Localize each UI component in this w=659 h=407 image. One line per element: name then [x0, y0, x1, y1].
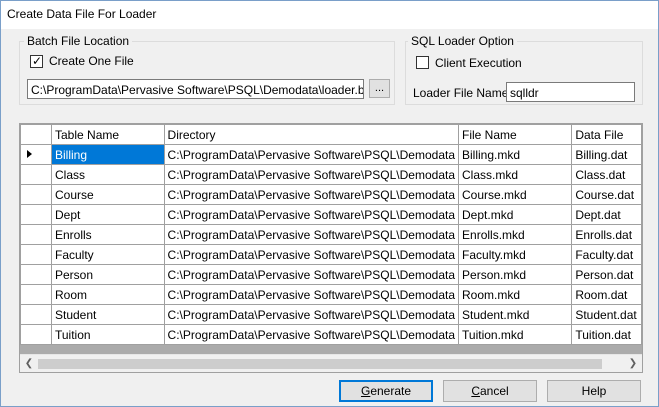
cell-table-name[interactable]: Faculty [51, 244, 165, 265]
horizontal-scrollbar[interactable]: ❮ ❯ [20, 354, 642, 372]
cell-table-name[interactable]: Person [51, 264, 165, 285]
cell-data-file[interactable]: Class.dat [571, 164, 642, 185]
grid-corner-cell [20, 124, 52, 145]
chevron-left-icon[interactable]: ❮ [22, 357, 36, 371]
cell-file-name[interactable]: Course.mkd [458, 184, 573, 205]
cell-directory[interactable]: C:\ProgramData\Pervasive Software\PSQL\D… [163, 264, 460, 285]
cell-directory[interactable]: C:\ProgramData\Pervasive Software\PSQL\D… [163, 284, 460, 305]
cell-table-name[interactable]: Course [51, 184, 165, 205]
cell-data-file[interactable]: Course.dat [571, 184, 642, 205]
cell-table-name[interactable]: Class [51, 164, 165, 185]
cancel-rest: ancel [479, 384, 509, 398]
cancel-mnemonic: C [471, 384, 480, 398]
row-header-cell[interactable] [20, 164, 52, 185]
create-one-file-label[interactable]: Create One File [49, 54, 134, 68]
cell-directory[interactable]: C:\ProgramData\Pervasive Software\PSQL\D… [163, 224, 460, 245]
row-header-cell[interactable] [20, 284, 52, 305]
cell-file-name[interactable]: Enrolls.mkd [458, 224, 573, 245]
cell-table-name[interactable]: Enrolls [51, 224, 165, 245]
table-row[interactable]: Faculty C:\ProgramData\Pervasive Software… [20, 244, 642, 265]
row-header-cell[interactable] [20, 324, 52, 345]
table-row[interactable]: Enrolls C:\ProgramData\Pervasive Software… [20, 224, 642, 245]
cell-file-name[interactable]: Dept.mkd [458, 204, 573, 225]
cell-table-name[interactable]: Tuition [51, 324, 165, 345]
cell-file-name[interactable]: Student.mkd [458, 304, 573, 325]
cell-data-file[interactable]: Person.dat [571, 264, 642, 285]
cell-file-name[interactable]: Tuition.mkd [458, 324, 573, 345]
cell-directory[interactable]: C:\ProgramData\Pervasive Software\PSQL\D… [163, 244, 460, 265]
client-execution-checkbox[interactable] [416, 56, 429, 69]
generate-rest: enerate [370, 384, 412, 398]
row-header-cell[interactable] [20, 264, 52, 285]
table-row[interactable]: Room C:\ProgramData\Pervasive Software\PS… [20, 284, 642, 305]
cell-directory[interactable]: C:\ProgramData\Pervasive Software\PSQL\D… [163, 204, 460, 225]
row-header-cell[interactable] [20, 144, 52, 165]
dialog-window: Create Data File For Loader Batch File L… [0, 0, 659, 407]
client-execution-label[interactable]: Client Execution [435, 56, 522, 70]
checkmark-icon: ✓ [32, 54, 43, 68]
generate-button[interactable]: Generate [339, 380, 433, 402]
title-bar: Create Data File For Loader [1, 1, 658, 29]
row-header-cell[interactable] [20, 304, 52, 325]
cell-file-name[interactable]: Class.mkd [458, 164, 573, 185]
cell-file-name[interactable]: Person.mkd [458, 264, 573, 285]
cell-directory[interactable]: C:\ProgramData\Pervasive Software\PSQL\D… [163, 164, 460, 185]
row-header-cell[interactable] [20, 204, 52, 225]
loader-file-name-label: Loader File Name [413, 86, 509, 100]
cell-data-file[interactable]: Room.dat [571, 284, 642, 305]
column-header-table-name[interactable]: Table Name [51, 124, 165, 145]
column-header-directory[interactable]: Directory [163, 124, 460, 145]
window-title: Create Data File For Loader [7, 7, 157, 21]
help-button[interactable]: Help [547, 380, 641, 402]
create-one-file-checkbox[interactable]: ✓ [30, 54, 43, 68]
cell-file-name[interactable]: Faculty.mkd [458, 244, 573, 265]
cell-directory[interactable]: C:\ProgramData\Pervasive Software\PSQL\D… [163, 144, 460, 165]
cell-data-file[interactable]: Dept.dat [571, 204, 642, 225]
sql-loader-option-label: SQL Loader Option [408, 34, 517, 48]
row-header-cell[interactable] [20, 184, 52, 205]
table-row[interactable]: Billing C:\ProgramData\Pervasive Software… [20, 144, 642, 165]
table-row[interactable]: Person C:\ProgramData\Pervasive Software\… [20, 264, 642, 285]
row-header-cell[interactable] [20, 244, 52, 265]
table-row[interactable]: Student C:\ProgramData\Pervasive Software… [20, 304, 642, 325]
cell-data-file[interactable]: Student.dat [571, 304, 642, 325]
cell-file-name[interactable]: Room.mkd [458, 284, 573, 305]
cell-data-file[interactable]: Enrolls.dat [571, 224, 642, 245]
grid-header-row: Table Name Directory File Name Data File [20, 124, 642, 145]
batch-file-path-field[interactable]: C:\ProgramData\Pervasive Software\PSQL\D… [27, 79, 364, 99]
table-row[interactable]: Class C:\ProgramData\Pervasive Software\P… [20, 164, 642, 185]
cell-directory[interactable]: C:\ProgramData\Pervasive Software\PSQL\D… [163, 304, 460, 325]
table-row[interactable]: Course C:\ProgramData\Pervasive Software\… [20, 184, 642, 205]
browse-button[interactable]: ... [369, 79, 390, 98]
column-header-file-name[interactable]: File Name [458, 124, 573, 145]
cell-table-name[interactable]: Billing [51, 144, 165, 165]
scrollbar-thumb[interactable] [38, 359, 602, 369]
tables-grid-table: Table Name Directory File Name Data File… [20, 124, 642, 345]
cell-file-name[interactable]: Billing.mkd [458, 144, 573, 165]
row-pointer-icon [27, 150, 32, 158]
cell-table-name[interactable]: Student [51, 304, 165, 325]
batch-file-location-label: Batch File Location [24, 34, 133, 48]
cell-table-name[interactable]: Dept [51, 204, 165, 225]
loader-file-name-field[interactable]: sqlldr [506, 82, 635, 102]
column-header-data-file[interactable]: Data File [571, 124, 642, 145]
cancel-button[interactable]: Cancel [443, 380, 537, 402]
tables-grid[interactable]: Table Name Directory File Name Data File… [19, 123, 643, 373]
cell-data-file[interactable]: Tuition.dat [571, 324, 642, 345]
chevron-right-icon[interactable]: ❯ [626, 357, 640, 371]
generate-mnemonic: G [360, 384, 371, 398]
cell-data-file[interactable]: Billing.dat [571, 144, 642, 165]
cell-directory[interactable]: C:\ProgramData\Pervasive Software\PSQL\D… [163, 324, 460, 345]
row-header-cell[interactable] [20, 224, 52, 245]
cell-directory[interactable]: C:\ProgramData\Pervasive Software\PSQL\D… [163, 184, 460, 205]
cell-data-file[interactable]: Faculty.dat [571, 244, 642, 265]
cell-table-name[interactable]: Room [51, 284, 165, 305]
table-row[interactable]: Tuition C:\ProgramData\Pervasive Software… [20, 324, 642, 345]
table-row[interactable]: Dept C:\ProgramData\Pervasive Software\PS… [20, 204, 642, 225]
